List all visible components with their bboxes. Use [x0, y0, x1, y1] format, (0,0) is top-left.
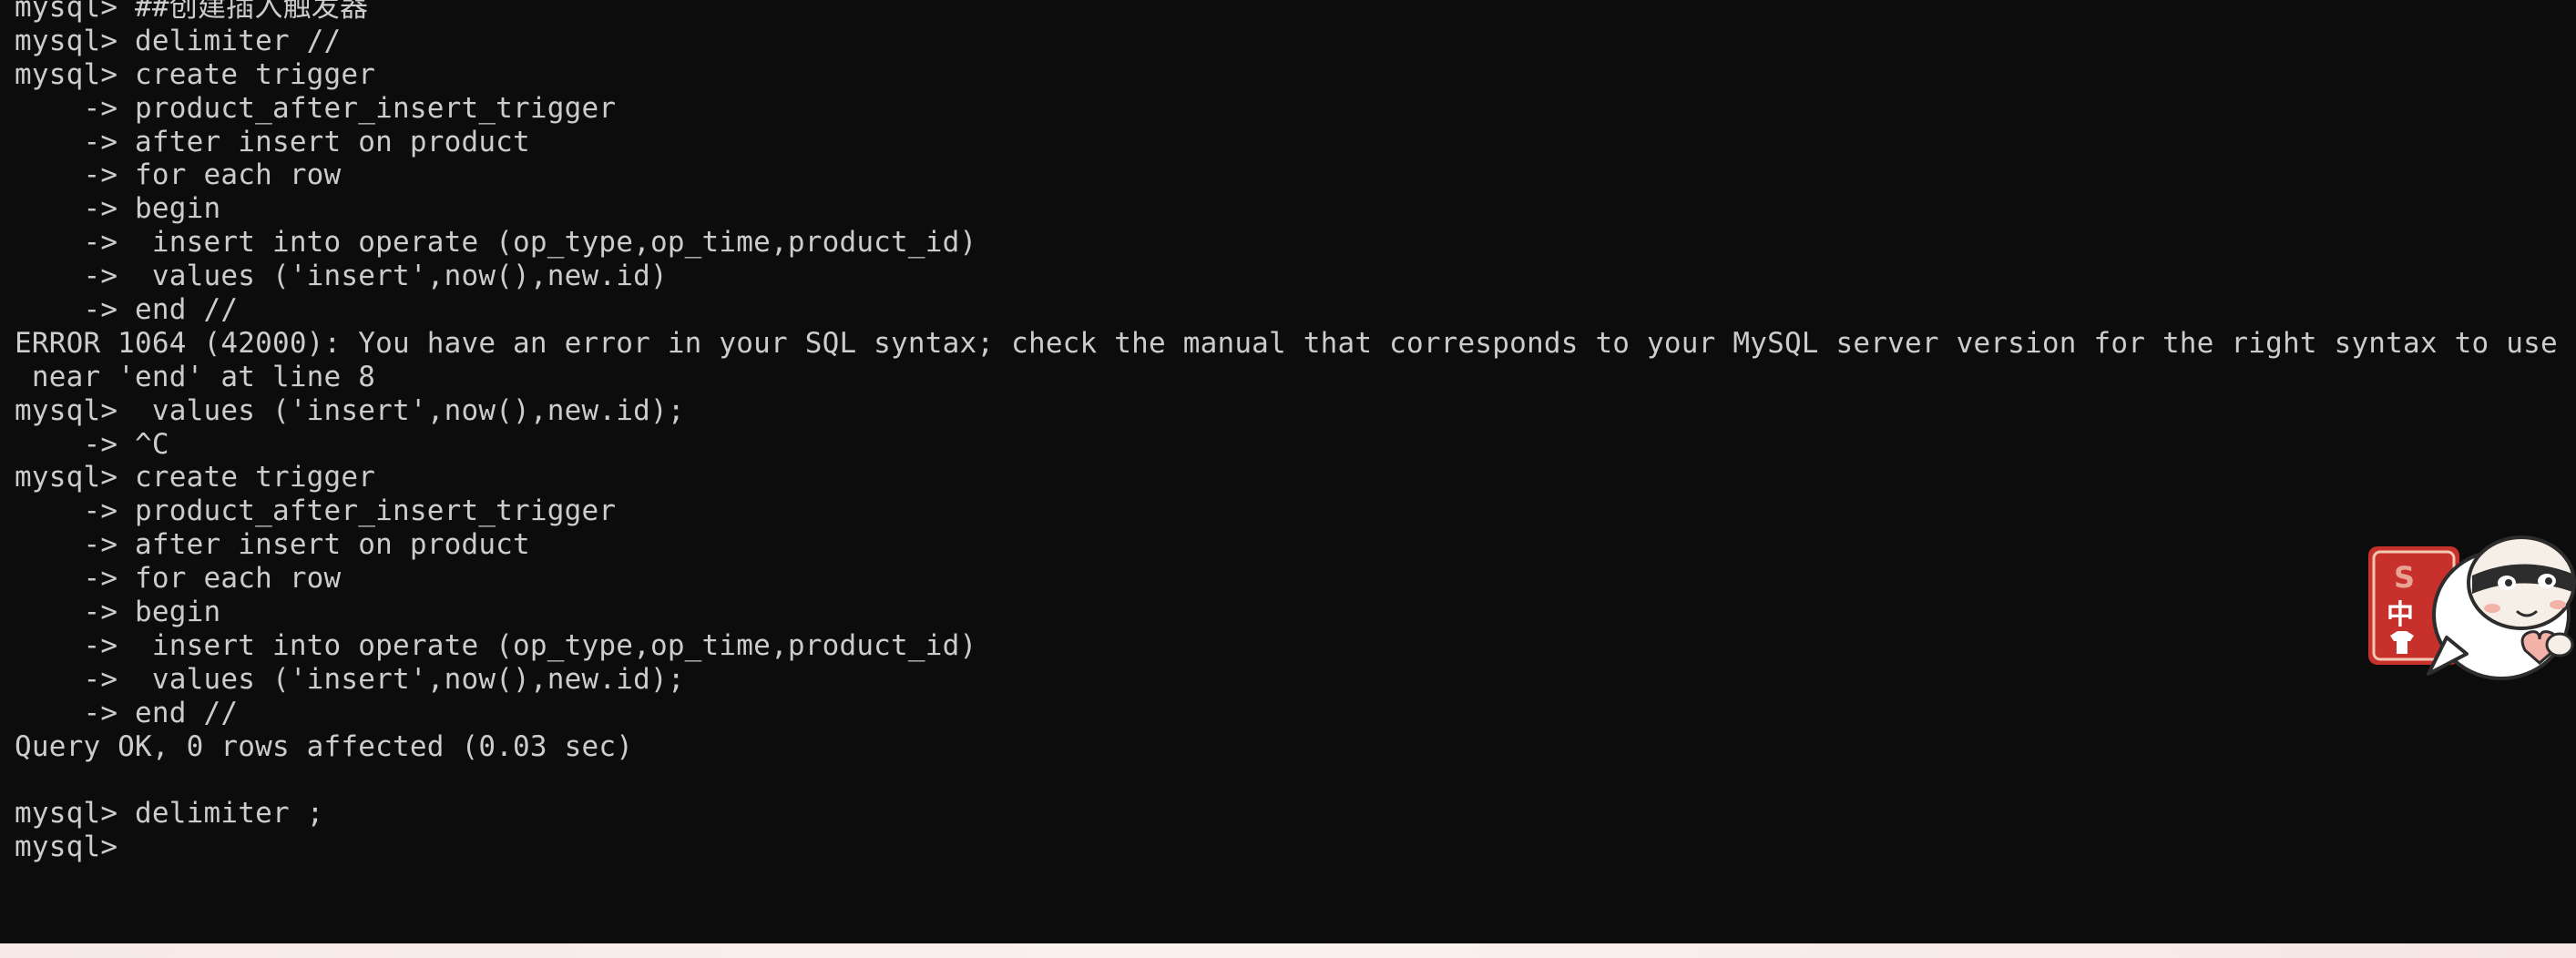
mascot-icon: S 中 — [2368, 535, 2576, 680]
terminal-line: -> values ('insert',now(),new.id); — [15, 662, 685, 696]
terminal-line: -> for each row — [15, 158, 342, 192]
terminal-line: mysql> create trigger — [15, 461, 376, 494]
terminal-line: -> begin — [15, 192, 221, 226]
error-line: ERROR 1064 (42000): You have an error in… — [15, 326, 2558, 360]
terminal-line: -> after insert on product — [15, 125, 530, 158]
query-result-line: Query OK, 0 rows affected (0.03 sec) — [15, 729, 634, 763]
taskbar-strip — [0, 943, 2576, 958]
terminal-line: -> for each row — [15, 562, 342, 596]
terminal-line: mysql> create trigger — [15, 57, 376, 91]
terminal-line: mysql> delimiter ; — [15, 797, 324, 831]
terminal-line: -> end // — [15, 293, 239, 327]
terminal-line: mysql> values ('insert',now(),new.id); — [15, 393, 685, 427]
terminal-line: -> product_after_insert_trigger — [15, 91, 617, 125]
terminal-line: -> insert into operate (op_type,op_time,… — [15, 226, 977, 260]
terminal-output: mysql> ##创建插入触发器 mysql> delimiter // mys… — [15, 0, 2558, 864]
terminal-line: -> product_after_insert_trigger — [15, 494, 617, 528]
mascot-sticker: S 中 — [2365, 528, 2576, 683]
error-line: near 'end' at line 8 — [15, 360, 376, 393]
prompt-line[interactable]: mysql> — [15, 831, 2558, 864]
badge-letter: S — [2394, 560, 2415, 595]
terminal-window[interactable]: mysql> ##创建插入触发器 mysql> delimiter // mys… — [0, 0, 2576, 943]
terminal-line: -> after insert on product — [15, 528, 530, 562]
badge-char: 中 — [2387, 599, 2414, 631]
terminal-line: -> ^C — [15, 427, 169, 461]
terminal-line: -> end // — [15, 696, 239, 729]
terminal-line: -> values ('insert',now(),new.id) — [15, 260, 668, 293]
terminal-line: mysql> delimiter // — [15, 24, 342, 57]
terminal-line: mysql> ##创建插入触发器 — [15, 0, 369, 24]
terminal-line: -> begin — [15, 596, 221, 629]
terminal-line: -> insert into operate (op_type,op_time,… — [15, 628, 977, 662]
